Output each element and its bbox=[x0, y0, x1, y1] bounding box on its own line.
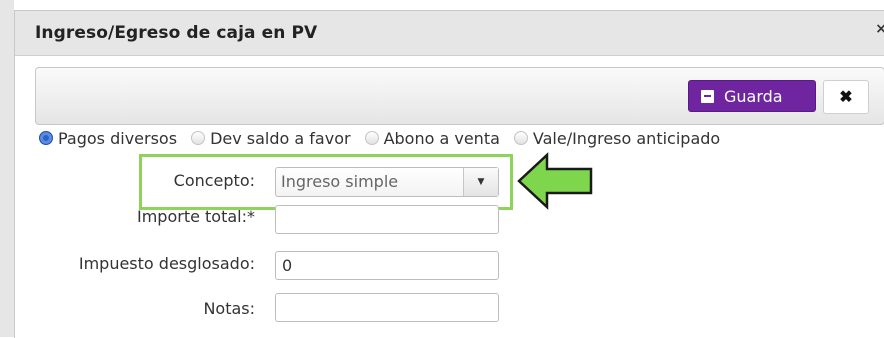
close-icon: ✖ bbox=[839, 89, 853, 106]
radio-pagos-diversos[interactable]: Pagos diversos bbox=[39, 129, 177, 148]
save-button[interactable]: Guarda bbox=[688, 80, 816, 112]
radio-dev-saldo[interactable]: Dev saldo a favor bbox=[191, 129, 351, 148]
arrow-left-icon bbox=[517, 152, 593, 210]
cash-dialog: Ingreso/Egreso de caja en PV × Guarda ✖ … bbox=[14, 10, 884, 338]
radio-label: Vale/Ingreso anticipado bbox=[532, 128, 721, 148]
dialog-titlebar: Ingreso/Egreso de caja en PV × bbox=[15, 11, 884, 56]
radio-label: Dev saldo a favor bbox=[210, 128, 351, 148]
impuesto-input[interactable] bbox=[275, 251, 499, 280]
radio-button-checked[interactable] bbox=[39, 131, 53, 145]
notas-label: Notas: bbox=[203, 299, 255, 318]
radio-label: Abono a venta bbox=[383, 128, 500, 148]
save-icon bbox=[701, 89, 714, 103]
concepto-select[interactable]: Ingreso simple ▼ bbox=[275, 167, 499, 197]
dialog-title: Ingreso/Egreso de caja en PV bbox=[35, 23, 318, 43]
radio-button[interactable] bbox=[513, 131, 528, 145]
dialog-close-icon[interactable]: × bbox=[875, 21, 884, 37]
importe-input[interactable] bbox=[275, 205, 499, 234]
concepto-label: Concepto: bbox=[173, 171, 255, 190]
radio-label: Pagos diversos bbox=[58, 128, 178, 148]
toolbar: Guarda ✖ bbox=[35, 67, 884, 125]
impuesto-label: Impuesto desglosado: bbox=[78, 254, 255, 273]
notas-input[interactable] bbox=[275, 293, 499, 322]
save-button-label: Guarda bbox=[724, 86, 783, 106]
importe-label: Importe total:* bbox=[136, 207, 255, 226]
radio-button[interactable] bbox=[364, 131, 379, 145]
operation-type-radio-group: Pagos diversos Dev saldo a favor Abono a… bbox=[39, 127, 734, 149]
close-button[interactable]: ✖ bbox=[823, 80, 869, 114]
radio-vale-ingreso[interactable]: Vale/Ingreso anticipado bbox=[513, 128, 721, 148]
concepto-value: Ingreso simple bbox=[281, 172, 399, 191]
radio-button[interactable] bbox=[191, 131, 206, 145]
background-panel bbox=[0, 0, 14, 337]
chevron-down-icon[interactable]: ▼ bbox=[463, 168, 498, 196]
radio-abono-venta[interactable]: Abono a venta bbox=[364, 128, 500, 148]
